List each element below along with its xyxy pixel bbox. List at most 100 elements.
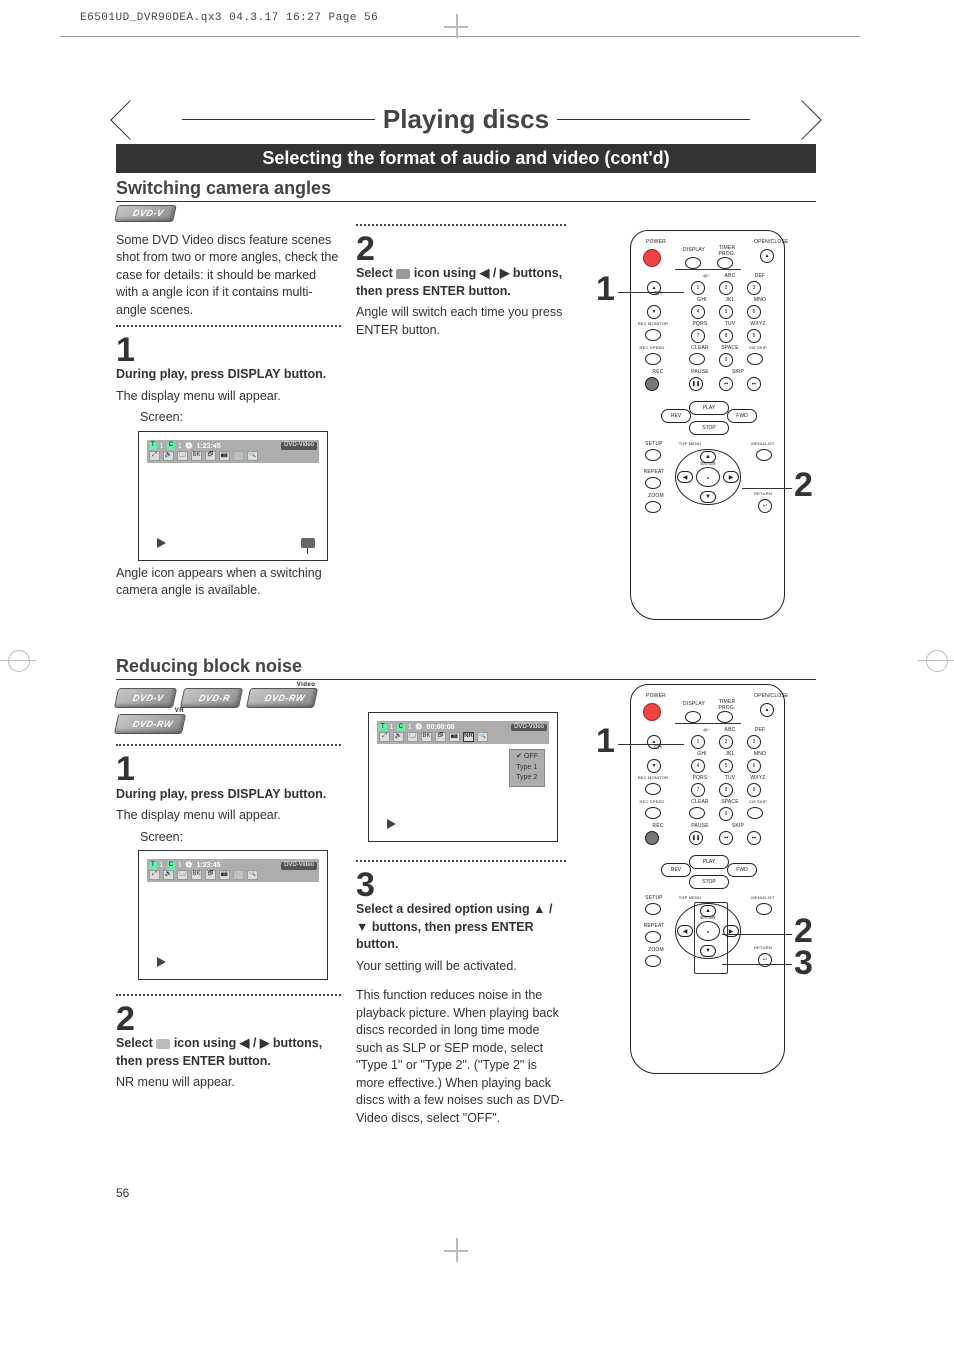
pad-5[interactable]: 5 <box>719 305 733 319</box>
display-button[interactable] <box>685 257 701 269</box>
timer-button[interactable] <box>717 257 733 269</box>
a-step2-body: Angle will switch each time you press EN… <box>356 304 566 339</box>
cmskip-button[interactable] <box>747 353 763 365</box>
rec-button[interactable] <box>645 377 659 391</box>
document-header-tag: E6501UD_DVR90DEA.qx3 04.3.17 16:27 Page … <box>80 12 378 24</box>
a-step1-body: The display menu will appear. <box>116 388 341 406</box>
clear-button-2[interactable] <box>689 807 705 819</box>
zoom-button[interactable] <box>645 501 661 513</box>
pad-3b[interactable]: 3 <box>747 735 761 749</box>
remote-callout-1b: 1 <box>596 722 615 761</box>
rec-monitor-button-2[interactable] <box>645 783 661 795</box>
pad-8[interactable]: 8 <box>719 329 733 343</box>
rec-button-2[interactable] <box>645 831 659 845</box>
pad-2b[interactable]: 2 <box>719 735 733 749</box>
menulist-button[interactable] <box>756 449 772 461</box>
b-step2-head: Select icon using ◀ / ▶ buttons, then pr… <box>116 1035 341 1070</box>
play-button[interactable]: PLAY <box>689 401 729 415</box>
skip-fwd-button-2[interactable]: ⏭ <box>747 831 761 845</box>
skip-back-button[interactable]: ⏮ <box>719 377 733 391</box>
ch-up-button-2[interactable]: ▲ <box>647 735 661 749</box>
b-step1-screen: T1 C1 🕓1:23:45 DVD-Video ⤢ 🔊 🗔 BK 🗗 📷 🔍 <box>138 850 328 980</box>
menulist-button-2[interactable] <box>756 903 772 915</box>
pad-9b[interactable]: 9 <box>747 783 761 797</box>
pad-2[interactable]: 2 <box>719 281 733 295</box>
remote-highlight-box <box>694 902 728 974</box>
enter-button[interactable]: ● <box>696 467 720 487</box>
open-close-button-2[interactable]: ▲ <box>760 703 774 717</box>
down-arrow-button[interactable]: ▼ <box>700 491 716 503</box>
pad-0b[interactable]: 0 <box>719 807 733 821</box>
play-button-2[interactable]: PLAY <box>689 855 729 869</box>
b-step1-body2: Screen: <box>116 829 341 847</box>
a-step1-head: During play, press DISPLAY button. <box>116 366 341 384</box>
section-a-intro: Some DVD Video discs feature scenes shot… <box>116 232 341 320</box>
b-step3-body2: This function reduces noise in the playb… <box>356 987 566 1127</box>
pad-0[interactable]: 0 <box>719 353 733 367</box>
return-button[interactable]: ↩ <box>758 499 772 513</box>
rev-button-2[interactable]: REV <box>661 863 691 877</box>
chevron-left-icon <box>110 100 150 140</box>
rev-button[interactable]: REV <box>661 409 691 423</box>
setup-button[interactable] <box>645 449 661 461</box>
remote-control-2: POWER OPEN/CLOSE DISPLAY TIMER PROG. ▲ .… <box>630 684 785 1074</box>
skip-fwd-button[interactable]: ⏭ <box>747 377 761 391</box>
left-arrow-button-2[interactable]: ◀ <box>677 925 693 937</box>
pad-9[interactable]: 9 <box>747 329 761 343</box>
nr-icon-inline <box>156 1039 170 1049</box>
pad-1[interactable]: 1 <box>691 281 705 295</box>
dvdrw-video-badge: DVD-RW <box>246 688 318 708</box>
right-arrow-button[interactable]: ▶ <box>723 471 739 483</box>
section-switching-angles-title: Switching camera angles <box>116 178 816 202</box>
open-close-button[interactable]: ▲ <box>760 249 774 263</box>
rec-monitor-button[interactable] <box>645 329 661 341</box>
dvdv-badge-2: DVD-V <box>114 688 177 708</box>
pad-6b[interactable]: 6 <box>747 759 761 773</box>
timer-button-2[interactable] <box>717 711 733 723</box>
page-number: 56 <box>116 1186 129 1200</box>
setup-button-2[interactable] <box>645 903 661 915</box>
left-arrow-button[interactable]: ◀ <box>677 471 693 483</box>
pad-7[interactable]: 7 <box>691 329 705 343</box>
play-icon-2 <box>157 957 166 967</box>
page-title-row: Playing discs <box>116 104 816 135</box>
crop-mark-bottom <box>448 1242 488 1282</box>
display-button-2[interactable] <box>685 711 701 723</box>
fwd-button[interactable]: FWD <box>727 409 757 423</box>
nr-popup: OFF Type 1 Type 2 <box>509 749 545 787</box>
pad-5b[interactable]: 5 <box>719 759 733 773</box>
clear-button[interactable] <box>689 353 705 365</box>
rec-speed-button-2[interactable] <box>645 807 661 819</box>
fwd-button-2[interactable]: FWD <box>727 863 757 877</box>
ch-down-button-2[interactable]: ▼ <box>647 759 661 773</box>
pad-4b[interactable]: 4 <box>691 759 705 773</box>
pad-6[interactable]: 6 <box>747 305 761 319</box>
step-1-number: 1 <box>116 337 341 364</box>
b-step2-body: NR menu will appear. <box>116 1074 341 1092</box>
zoom-button-2[interactable] <box>645 955 661 967</box>
repeat-button[interactable] <box>645 477 661 489</box>
dvdrw-vr-badge: VR DVD-RW <box>114 714 186 734</box>
a-step2-head: Select icon using ◀ / ▶ buttons, then pr… <box>356 265 566 300</box>
stop-button-2[interactable]: STOP <box>689 875 729 889</box>
skip-back-button-2[interactable]: ⏮ <box>719 831 733 845</box>
pad-4[interactable]: 4 <box>691 305 705 319</box>
pad-8b[interactable]: 8 <box>719 783 733 797</box>
pause-button[interactable]: ❚❚ <box>689 377 703 391</box>
cmskip-button-2[interactable] <box>747 807 763 819</box>
page-title: Playing discs <box>383 104 549 135</box>
dvdr-badge: DVD-R <box>180 688 243 708</box>
ch-down-button[interactable]: ▼ <box>647 305 661 319</box>
power-button-2[interactable] <box>643 703 661 721</box>
pause-button-2[interactable]: ❚❚ <box>689 831 703 845</box>
pad-3[interactable]: 3 <box>747 281 761 295</box>
stop-button[interactable]: STOP <box>689 421 729 435</box>
pad-1b[interactable]: 1 <box>691 735 705 749</box>
repeat-button-2[interactable] <box>645 931 661 943</box>
pad-7b[interactable]: 7 <box>691 783 705 797</box>
b-step-1-number: 1 <box>116 756 341 783</box>
b-step1-head: During play, press DISPLAY button. <box>116 786 341 804</box>
dvd-video-badge-3: DVD-Video <box>511 724 547 732</box>
rec-speed-button[interactable] <box>645 353 661 365</box>
power-button[interactable] <box>643 249 661 267</box>
